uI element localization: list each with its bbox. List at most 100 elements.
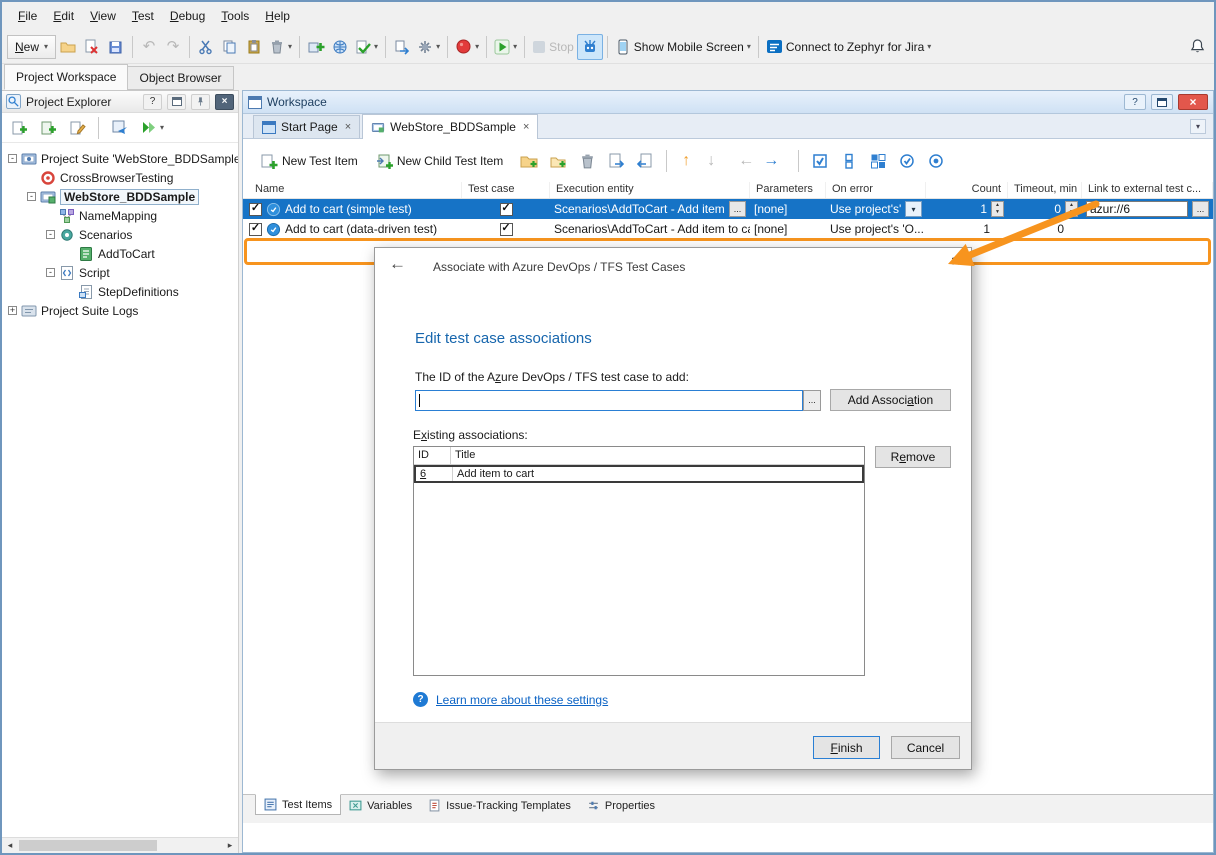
export-item-icon[interactable] [604,148,628,174]
menu-tools[interactable]: Tools [213,5,257,27]
column-header-count[interactable]: Count [926,182,1008,198]
on-error-dropdown[interactable]: ▾ [905,201,922,217]
workspace-restore-icon[interactable] [1151,94,1173,110]
redo-icon[interactable]: ↷ [161,34,185,60]
document-list-dropdown[interactable]: ▾ [1190,119,1206,134]
tree-item-project[interactable]: - WebStore_BDDSample [2,187,238,206]
run-options-caret[interactable]: ▾ [160,123,164,132]
pin-icon[interactable] [191,94,210,110]
add-association-button[interactable]: Add Association [830,389,951,411]
save-all-icon[interactable] [104,34,128,60]
undo-icon[interactable]: ↶ [137,34,161,60]
test-case-checkbox[interactable]: ✓ [500,203,513,216]
add-existing-item-icon[interactable] [36,115,60,141]
tree-item-project-suite[interactable]: - Project Suite 'WebStore_BDDSample' (1 [2,149,238,168]
checkpoint-icon[interactable]: ▾ [352,34,381,60]
tree-item-crossbrowsertesting[interactable]: CrossBrowserTesting [2,168,238,187]
horizontal-scrollbar[interactable]: ◂ ▸ [2,837,238,853]
menu-test[interactable]: Test [124,5,162,27]
tools-dropdown-caret[interactable]: ▾ [436,42,440,51]
count-spinner[interactable]: ▲▼ [991,201,1004,217]
expand-icon[interactable]: + [8,306,17,315]
menu-view[interactable]: View [82,5,124,27]
browse-ellipsis-button[interactable]: ... [729,201,746,217]
check-all-icon[interactable] [808,148,832,174]
test-case-checkbox[interactable]: ✓ [500,223,513,236]
menu-file[interactable]: File [10,5,45,27]
tree-item-stepdefinitions[interactable]: StepDefinitions [2,282,238,301]
zephyr-connect-button[interactable]: Connect to Zephyr for Jira ▾ [763,34,934,60]
notifications-bell-icon[interactable] [1185,34,1209,60]
panel-close-icon[interactable]: × [215,94,234,110]
scroll-right-icon[interactable]: ▸ [222,838,238,853]
edit-item-icon[interactable] [65,115,89,141]
run-icon[interactable]: ▾ [491,34,520,60]
column-header-link[interactable]: Link to external test c... [1082,182,1213,198]
copy-icon[interactable] [218,34,242,60]
tree-item-script[interactable]: - Script [2,263,238,282]
tab-project-workspace[interactable]: Project Workspace [4,64,128,90]
execution-entity-value[interactable]: Scenarios\AddToCart - Add item to cart .… [550,219,750,239]
tab-webstore-bddsample[interactable]: WebStore_BDDSample × [362,114,538,139]
move-left-icon[interactable]: ← [736,152,756,170]
mobile-screen-button[interactable]: Show Mobile Screen ▾ [612,34,754,60]
check-selected-icon[interactable] [895,148,919,174]
delete-dropdown-caret[interactable]: ▾ [288,42,292,51]
timeout-spinner[interactable]: ▲▼ [1065,201,1078,217]
run-dropdown-caret[interactable]: ▾ [513,42,517,51]
back-icon[interactable]: ← [389,254,406,274]
column-header-test-case[interactable]: Test case [462,182,550,198]
external-link-value[interactable] [1082,219,1213,239]
tab-start-page[interactable]: Start Page × [253,115,360,138]
collapse-icon[interactable]: - [46,230,55,239]
collapse-icon[interactable]: - [8,154,17,163]
paste-icon[interactable] [242,34,266,60]
id-browse-button[interactable]: ... [803,390,821,411]
add-new-item-icon[interactable] [7,115,31,141]
workspace-help-icon[interactable]: ? [1124,94,1146,110]
virtual-browsers-icon[interactable] [577,34,603,60]
move-down-icon[interactable]: ↓ [701,152,721,170]
scrollbar-thumb[interactable] [19,840,157,851]
tree-item-addtocart[interactable]: AddToCart [2,244,238,263]
tree-item-scenarios[interactable]: - Scenarios [2,225,238,244]
move-right-icon[interactable]: → [761,152,781,170]
remove-button[interactable]: Remove [875,446,951,468]
checkpoint-dropdown-caret[interactable]: ▾ [374,42,378,51]
on-error-value[interactable]: Use project's 'O... [826,219,926,239]
count-value[interactable]: 1 [926,219,1008,239]
column-header-timeout[interactable]: Timeout, min [1008,182,1082,198]
delete-test-item-icon[interactable] [575,148,599,174]
workspace-close-icon[interactable]: × [1178,94,1208,110]
menu-help[interactable]: Help [257,5,298,27]
cut-icon[interactable] [194,34,218,60]
count-value[interactable]: 1 [980,202,987,216]
collapse-icon[interactable]: - [27,192,36,201]
associations-list[interactable]: ID Title 6 Add item to cart [413,446,865,676]
external-link-input[interactable]: azur://6 [1086,201,1188,217]
tab-properties[interactable]: Properties [579,795,663,816]
tab-variables[interactable]: Variables [341,795,420,816]
zephyr-dropdown-caret[interactable]: ▾ [927,42,931,51]
new-group-icon[interactable] [517,148,541,174]
link-browse-button[interactable]: ... [1192,201,1209,217]
timeout-value[interactable]: 0 [1054,202,1061,216]
table-row[interactable]: ✓ Add to cart (data-driven test) ✓ Scena… [243,219,1213,239]
close-file-icon[interactable] [80,34,104,60]
new-button[interactable]: New ▾ [7,35,56,59]
record-dropdown-caret[interactable]: ▾ [475,42,479,51]
tree-item-project-suite-logs[interactable]: + Project Suite Logs [2,301,238,320]
import-item-icon[interactable] [633,148,657,174]
dialog-close-icon[interactable]: × [951,253,960,270]
panel-window-icon[interactable] [167,94,186,110]
finish-button[interactable]: Finish [813,736,880,759]
menu-edit[interactable]: Edit [45,5,82,27]
tab-issue-tracking-templates[interactable]: Issue-Tracking Templates [420,795,579,816]
learn-more-link[interactable]: Learn more about these settings [436,693,608,707]
tree-item-namemapping[interactable]: NameMapping [2,206,238,225]
column-header-title[interactable]: Title [451,447,864,464]
delete-icon[interactable]: ▾ [266,34,295,60]
uncheck-all-icon[interactable] [837,148,861,174]
collapse-icon[interactable]: - [46,268,55,277]
web-test-icon[interactable] [328,34,352,60]
